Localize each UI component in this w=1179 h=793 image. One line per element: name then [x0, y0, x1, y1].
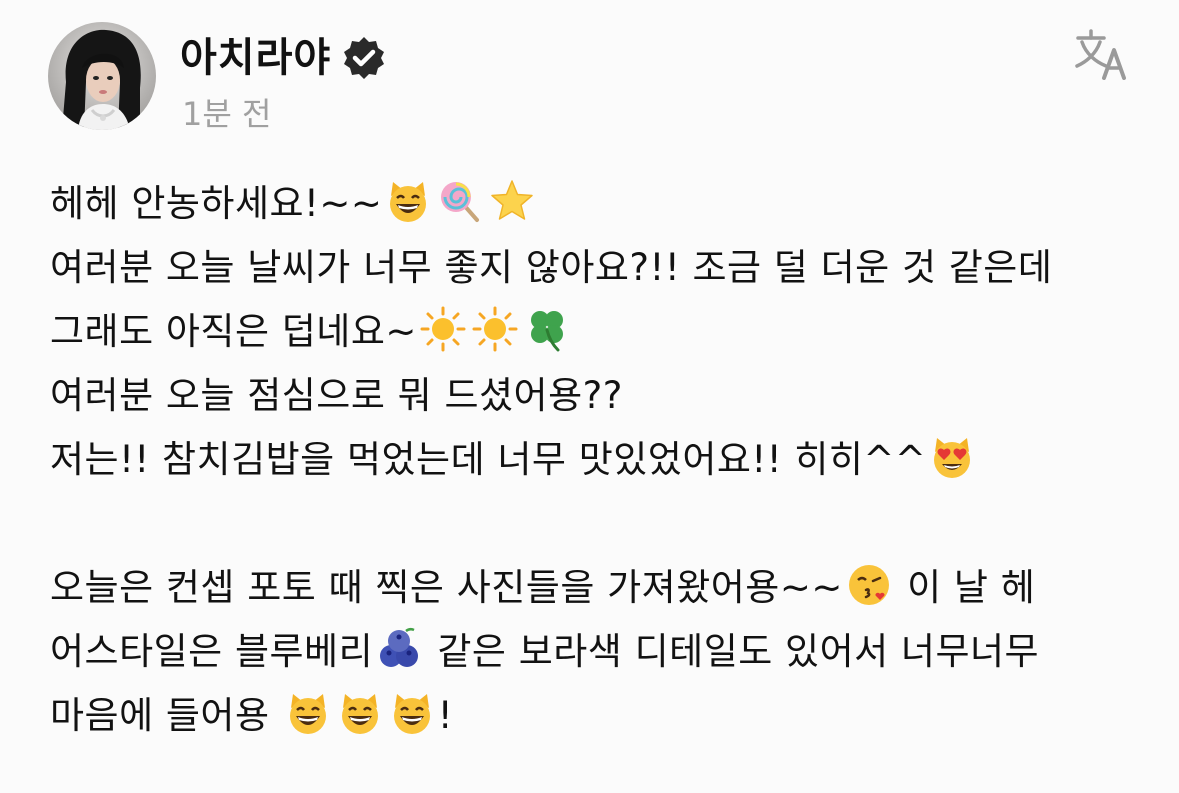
- grinning-cat-emoji: [337, 690, 383, 736]
- author-name[interactable]: 아치라야: [180, 30, 387, 86]
- sun-emoji: [420, 306, 466, 352]
- post-body: 헤헤 안농하세요!~~ 여러분 오늘 날씨가 너무 좋지 않아요?!! 조금 덜…: [50, 172, 1150, 748]
- post-line-text-after: 같은 보라색 디테일도 있어서 너무너무: [425, 630, 1040, 673]
- post-line-text: 오늘은 컨셉 포토 때 찍은 사진들을 가져왔어용~~: [50, 566, 843, 609]
- grinning-cat-emoji: [389, 690, 435, 736]
- post-line: 헤헤 안농하세요!~~: [50, 172, 1150, 236]
- kissing-face-emoji: [846, 562, 892, 608]
- blueberries-emoji: [376, 626, 422, 672]
- post-line-text: 여러분 오늘 점심으로 뭐 드셨어용??: [50, 374, 623, 417]
- star-emoji: [489, 178, 535, 224]
- post-card: 아치라야 1분 전 헤헤 안농하세요!~~ 여러분 오늘 날씨가 너무 좋지 않…: [0, 0, 1179, 793]
- avatar-image: [48, 22, 156, 130]
- post-line: 여러분 오늘 점심으로 뭐 드셨어용??: [50, 364, 1150, 428]
- post-line-text: 그래도 아직은 덥네요~: [50, 310, 417, 353]
- verified-badge-icon: [341, 35, 387, 81]
- author-name-text[interactable]: 아치라야: [180, 30, 331, 86]
- post-line: 저는!! 참치김밥을 먹었는데 너무 맛있었어요!! 히히^^: [50, 428, 1150, 492]
- post-line-text: 헤헤 안농하세요!~~: [50, 182, 383, 225]
- four-leaf-clover-emoji: [524, 306, 570, 352]
- post-line-text-after: 이 날 헤: [894, 566, 1036, 609]
- avatar[interactable]: [48, 22, 156, 130]
- post-line: 오늘은 컨셉 포토 때 찍은 사진들을 가져왔어용~~ 이 날 헤: [50, 556, 1150, 620]
- post-line: 그래도 아직은 덥네요~: [50, 300, 1150, 364]
- post-line-text: 마음에 들어용: [50, 694, 282, 737]
- post-line-text: 어스타일은 블루베리: [50, 630, 374, 673]
- grinning-cat-emoji: [385, 178, 431, 224]
- sun-emoji: [472, 306, 518, 352]
- post-line-text-after: !: [437, 694, 454, 737]
- post-line: 여러분 오늘 날씨가 너무 좋지 않아요?!! 조금 덜 더운 것 같은데: [50, 236, 1150, 300]
- grinning-cat-emoji: [285, 690, 331, 736]
- post-line-text: 저는!! 참치김밥을 먹었는데 너무 맛있었어요!! 히히^^: [50, 438, 927, 481]
- post-line: 마음에 들어용 !: [50, 684, 1150, 748]
- post-timestamp: 1분 전: [182, 95, 272, 133]
- lollipop-emoji: [437, 178, 483, 224]
- post-line-text: 여러분 오늘 날씨가 너무 좋지 않아요?!! 조금 덜 더운 것 같은데: [50, 246, 1053, 289]
- heart-eyes-cat-emoji: [929, 434, 975, 480]
- translate-button[interactable]: [1074, 28, 1130, 80]
- translate-icon: [1075, 29, 1126, 80]
- post-line: 어스타일은 블루베리 같은 보라색 디테일도 있어서 너무너무: [50, 620, 1150, 684]
